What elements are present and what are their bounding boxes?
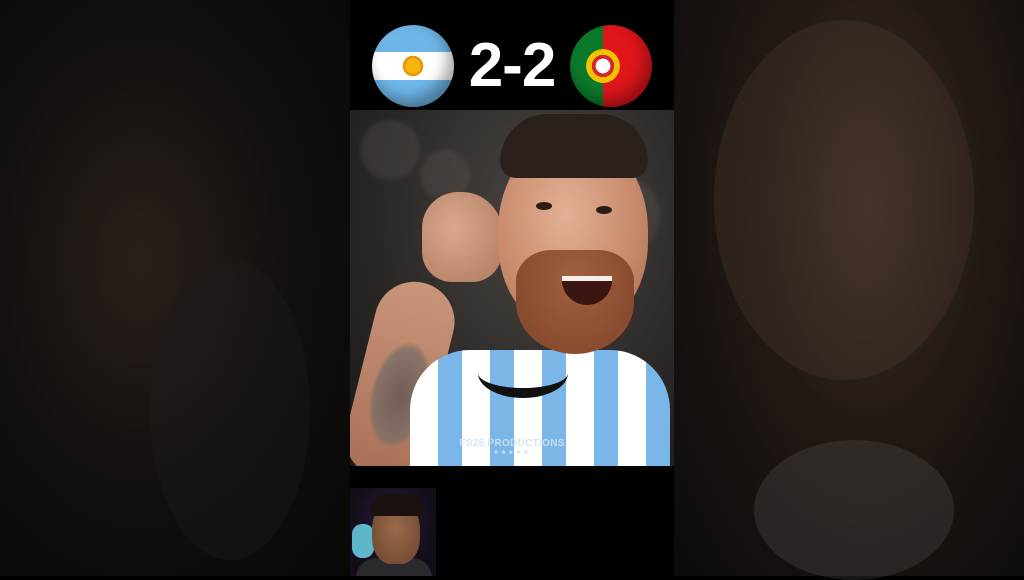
jersey-collar [478, 348, 568, 398]
streamer-hair [370, 494, 424, 516]
blurred-face-shape [714, 20, 974, 380]
player-eye [596, 206, 612, 214]
portugal-flag-icon [570, 25, 652, 107]
blurred-background-left [0, 0, 350, 576]
blurred-background-right [674, 0, 1024, 580]
portugal-crest-icon [586, 49, 620, 83]
blurred-arm-shape [150, 260, 310, 560]
scoreboard: 2-2 [350, 18, 674, 118]
score-text: 2-2 [468, 31, 557, 100]
watermark-stars: ★★★★★ [493, 450, 531, 456]
sun-of-may-icon [401, 54, 425, 78]
watermark: FS25 PRODUCTIONS ★★★★★ [456, 438, 568, 456]
player-eye [536, 202, 552, 210]
player-hair [500, 114, 648, 178]
headphones-icon [352, 524, 374, 558]
player-celebration-photo: FS25 PRODUCTIONS ★★★★★ [350, 110, 674, 466]
watermark-text: FS25 PRODUCTIONS [459, 438, 565, 449]
argentina-flag-icon [372, 25, 454, 107]
streamer-webcam [350, 488, 436, 576]
clenched-fist [422, 192, 502, 282]
crowd-blur [360, 120, 420, 180]
blurred-shirt-shape [754, 440, 954, 580]
video-frame: 2-2 FS25 PRODUCTIONS ★★★★★ [350, 0, 674, 576]
